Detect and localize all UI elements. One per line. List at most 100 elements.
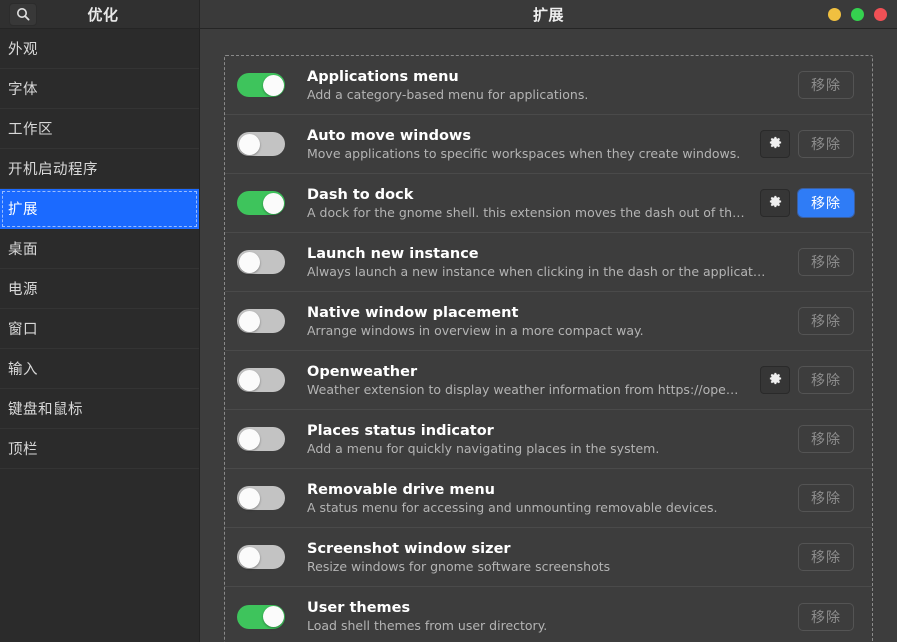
toggle-knob [238,369,260,391]
remove-button-label: 移除 [811,196,841,212]
toggle-knob [238,428,260,450]
gear-icon [768,371,783,390]
extension-row: User themes Load shell themes from user d… [225,587,872,642]
extension-name: Native window placement [307,304,519,321]
sidebar-item-8[interactable]: 输入 [0,349,199,389]
extension-settings-button[interactable] [760,366,790,394]
extension-remove-button[interactable]: 移除 [798,602,854,631]
extension-remove-button[interactable]: 移除 [798,71,854,99]
sidebar-item-label: 窗口 [8,322,38,338]
extension-text: Removable drive menu A status menu for ac… [307,481,798,516]
extension-name: Applications menu [307,68,459,85]
extension-row: Removable drive menu A status menu for ac… [225,469,872,528]
extension-remove-button[interactable]: 移除 [798,130,854,158]
sidebar-item-5[interactable]: 桌面 [0,229,199,269]
extension-actions: 移除 [760,366,854,394]
extension-remove-button[interactable]: 移除 [798,248,854,276]
extension-row: Places status indicator Add a menu for qu… [225,410,872,469]
remove-button-label: 移除 [811,137,841,153]
sidebar-item-1[interactable]: 字体 [0,69,199,109]
titlebar: 优化 扩展 [0,0,897,29]
extension-actions: 移除 [798,307,854,335]
extension-row: Openweather Weather extension to display … [225,351,872,410]
extension-name: Launch new instance [307,245,479,262]
extension-row: Applications menu Add a category-based me… [225,56,872,115]
sidebar-item-0[interactable]: 外观 [0,29,199,69]
extension-settings-button[interactable] [760,189,790,217]
remove-button-label: 移除 [811,255,841,271]
extension-text: User themes Load shell themes from user d… [307,599,798,634]
sidebar-item-label: 电源 [8,282,38,298]
sidebar-item-9[interactable]: 键盘和鼠标 [0,389,199,429]
extension-text: Applications menu Add a category-based me… [307,68,798,103]
search-icon [16,7,30,21]
extension-description: Add a category-based menu for applicatio… [307,86,589,102]
extension-toggle[interactable] [237,604,285,629]
extension-name: Openweather [307,363,418,380]
toggle-knob [238,310,260,332]
extension-remove-button[interactable]: 移除 [798,425,854,453]
sidebar-item-label: 桌面 [8,242,38,258]
extension-toggle[interactable] [237,309,285,333]
extension-name: Auto move windows [307,127,471,144]
extension-text: Openweather Weather extension to display … [307,363,760,398]
extension-description: Move applications to specific workspaces… [307,145,741,161]
extension-toggle[interactable] [237,73,285,97]
sidebar-item-7[interactable]: 窗口 [0,309,199,349]
toggle-knob [262,192,284,214]
toggle-knob [262,606,284,627]
extension-toggle[interactable] [237,427,285,451]
sidebar-item-label: 字体 [8,82,38,98]
sidebar-item-3[interactable]: 开机启动程序 [0,149,199,189]
extension-remove-button[interactable]: 移除 [798,366,854,394]
panel-title: 扩展 [532,5,564,24]
sidebar-item-4[interactable]: 扩展 [0,189,199,229]
remove-button-label: 移除 [811,78,841,94]
sidebar-item-label: 扩展 [8,202,38,218]
extension-toggle[interactable] [237,132,285,156]
maximize-button[interactable] [851,7,864,21]
remove-button-label: 移除 [811,373,841,389]
extension-toggle[interactable] [237,545,285,569]
extension-actions: 移除 [798,602,854,631]
extension-toggle[interactable] [237,486,285,510]
extension-toggle[interactable] [237,250,285,274]
extension-row: Screenshot window sizer Resize windows fo… [225,528,872,587]
extension-text: Launch new instance Always launch a new i… [307,245,798,280]
close-button[interactable] [874,7,887,21]
extension-text: Auto move windows Move applications to sp… [307,127,760,162]
extension-settings-button[interactable] [760,130,790,158]
extension-remove-button[interactable]: 移除 [798,543,854,571]
extension-description: Resize windows for gnome software screen… [307,558,611,574]
extension-remove-button[interactable]: 移除 [798,307,854,335]
sidebar-item-10[interactable]: 顶栏 [0,429,199,469]
toggle-knob [238,133,260,155]
extension-remove-button[interactable]: 移除 [798,189,854,217]
titlebar-right-section: 扩展 [200,0,897,28]
extension-toggle[interactable] [237,191,285,215]
sidebar-item-label: 开机启动程序 [8,162,98,178]
toggle-knob [238,546,260,568]
extension-toggle[interactable] [237,368,285,392]
titlebar-left-section: 优化 [0,0,200,28]
extension-name: User themes [307,600,411,616]
sidebar-item-2[interactable]: 工作区 [0,109,199,149]
extension-description: A dock for the gnome shell. this extensi… [307,204,746,220]
extension-actions: 移除 [798,425,854,453]
toggle-knob [238,487,260,509]
tweaks-window: 优化 扩展 外观 字体 工作区 开机启动程序 扩展 桌面 电源 窗口 输入 键盘和鼠标 顶栏 App… [0,0,897,642]
extension-row: Native window placement Arrange windows i… [225,292,872,351]
remove-button-label: 移除 [811,609,841,626]
sidebar-item-6[interactable]: 电源 [0,269,199,309]
extension-actions: 移除 [798,71,854,99]
extension-remove-button[interactable]: 移除 [798,484,854,512]
sidebar-item-label: 输入 [8,362,38,378]
extension-row: Launch new instance Always launch a new i… [225,233,872,292]
search-button[interactable] [9,2,37,26]
extensions-list: Applications menu Add a category-based me… [224,55,873,642]
sidebar-item-label: 键盘和鼠标 [8,402,83,418]
extension-text: Native window placement Arrange windows i… [307,304,798,339]
remove-button-label: 移除 [811,550,841,566]
extension-actions: 移除 [798,543,854,571]
minimize-button[interactable] [828,7,841,21]
